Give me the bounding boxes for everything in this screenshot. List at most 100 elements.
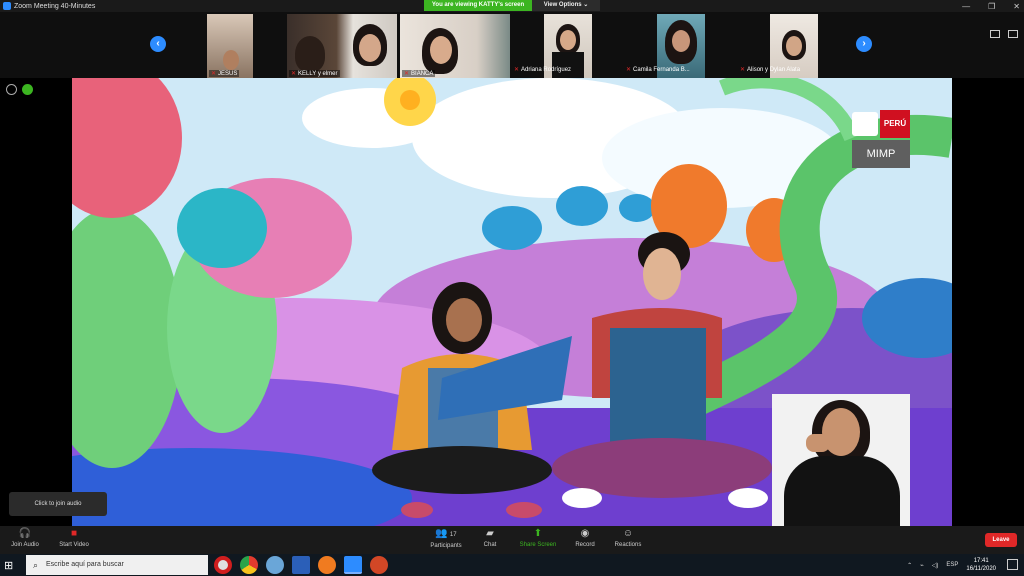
clothing bbox=[552, 52, 584, 78]
join-audio-label: Join Audio bbox=[11, 542, 39, 548]
word-icon[interactable] bbox=[292, 556, 310, 574]
network-icon[interactable]: ⌁ bbox=[920, 562, 924, 569]
viewing-screen-banner: You are viewing KATTY's screen bbox=[424, 0, 532, 11]
firefox-icon[interactable] bbox=[318, 556, 336, 574]
face bbox=[223, 50, 239, 70]
participant-tile[interactable]: ✕ JESUS bbox=[207, 14, 253, 78]
zoom-logo-icon bbox=[3, 2, 11, 10]
participants-icon: 👥 bbox=[435, 528, 448, 539]
face bbox=[560, 30, 576, 50]
zoom-app-icon[interactable] bbox=[344, 556, 362, 574]
leave-button[interactable]: Leave bbox=[985, 533, 1017, 547]
presenter-legs bbox=[372, 446, 552, 494]
language-indicator[interactable]: ESP bbox=[946, 562, 958, 568]
start-video-button[interactable]: ■ Start Video bbox=[56, 528, 92, 548]
previous-page-icon[interactable]: ‹ bbox=[150, 36, 166, 52]
bush bbox=[556, 186, 608, 226]
join-audio-button[interactable]: 🎧 Join Audio bbox=[8, 528, 42, 548]
taskbar-search-box[interactable]: ⌕ Escribe aquí para buscar bbox=[26, 555, 208, 575]
notifications-icon[interactable] bbox=[1007, 559, 1018, 570]
search-icon: ⌕ bbox=[33, 560, 39, 570]
muted-mic-icon: ✕ bbox=[626, 67, 632, 73]
reactions-label: Reactions bbox=[614, 542, 642, 548]
muted-mic-icon: ✕ bbox=[291, 71, 297, 77]
participant-name: Alison y Dylan Alata bbox=[747, 67, 801, 73]
opera-icon[interactable] bbox=[214, 556, 232, 574]
shared-screen: PERÚ MIMP bbox=[72, 78, 952, 526]
face bbox=[430, 36, 452, 64]
chevron-up-icon[interactable]: ⌃ bbox=[907, 562, 912, 569]
search-placeholder: Escribe aquí para buscar bbox=[46, 561, 124, 568]
face bbox=[786, 36, 802, 56]
chat-icon: ▰ bbox=[486, 528, 494, 539]
participant-tile[interactable]: ✕ KELLY y elmer bbox=[287, 14, 397, 78]
muted-mic-icon: ✕ bbox=[404, 71, 410, 77]
presenter-face bbox=[446, 298, 482, 342]
volume-icon[interactable]: ◁) bbox=[932, 562, 939, 569]
join-audio-tooltip: Click to join audio bbox=[9, 492, 107, 516]
reactions-icon: ☺ bbox=[622, 528, 634, 539]
video-off-icon: ■ bbox=[70, 528, 78, 539]
window-controls: — ❐ ✕ bbox=[962, 0, 1020, 12]
gallery-view-icon[interactable] bbox=[990, 30, 1000, 38]
view-options-button[interactable]: View Options ⌄ bbox=[532, 0, 600, 11]
hair bbox=[295, 36, 325, 72]
chat-button[interactable]: ▰ Chat bbox=[478, 528, 502, 548]
muted-mic-icon: ✕ bbox=[514, 67, 520, 73]
share-screen-label: Share Screen bbox=[519, 542, 557, 548]
hand bbox=[806, 434, 830, 452]
participant-tile[interactable]: ✕ BIANCA bbox=[400, 14, 510, 78]
shoe bbox=[728, 488, 768, 508]
shoe bbox=[401, 502, 433, 518]
presenter-face bbox=[643, 248, 681, 300]
participant-name: KELLY y elmer bbox=[298, 71, 338, 77]
record-icon: ◉ bbox=[580, 528, 590, 539]
meeting-toolbar: 🎧 Join Audio ■ Start Video 👥 17 Participa… bbox=[0, 526, 1024, 554]
participants-count: 17 bbox=[449, 532, 457, 538]
muted-mic-icon: ✕ bbox=[740, 67, 746, 73]
bush bbox=[619, 194, 655, 222]
windows-taskbar: ⊞ ⌕ Escribe aquí para buscar ⌃ ⌁ ◁) ESP … bbox=[0, 554, 1024, 576]
participants-label: Participants bbox=[430, 543, 462, 549]
participant-strip: ‹ ✕ JESUS ✕ KELLY y elmer ✕ BIANCA ✕ Adriana… bbox=[0, 12, 1024, 78]
chat-label: Chat bbox=[483, 542, 497, 548]
logo-country: PERÚ bbox=[880, 110, 910, 138]
share-screen-button[interactable]: ⬆ Share Screen bbox=[516, 528, 560, 548]
window-title: Zoom Meeting 40-Minutes bbox=[14, 2, 96, 10]
close-icon[interactable]: ✕ bbox=[1013, 2, 1020, 11]
minimize-icon[interactable]: — bbox=[962, 2, 970, 11]
headphones-icon: 🎧 bbox=[18, 528, 32, 539]
next-page-icon[interactable]: › bbox=[856, 36, 872, 52]
encryption-shield-icon[interactable] bbox=[22, 84, 33, 95]
clock-date: 16/11/2020 bbox=[966, 566, 996, 572]
windows-start-icon[interactable]: ⊞ bbox=[4, 559, 13, 572]
clock[interactable]: 17:41 16/11/2020 bbox=[966, 557, 996, 573]
system-tray: ⌃ ⌁ ◁) ESP 17:41 16/11/2020 bbox=[907, 557, 996, 573]
start-video-label: Start Video bbox=[59, 542, 89, 548]
clothing bbox=[784, 456, 900, 526]
chrome-icon[interactable] bbox=[240, 556, 258, 574]
sign-language-interpreter bbox=[772, 394, 910, 526]
bush bbox=[482, 206, 542, 250]
face bbox=[359, 34, 381, 62]
fullscreen-icon[interactable] bbox=[1008, 30, 1018, 38]
reactions-button[interactable]: ☺ Reactions bbox=[612, 528, 644, 548]
participants-button[interactable]: 👥 17 Participants bbox=[426, 528, 466, 549]
face bbox=[672, 30, 690, 52]
share-screen-icon: ⬆ bbox=[533, 528, 543, 539]
app-icon[interactable] bbox=[266, 556, 284, 574]
flower-bloom bbox=[177, 188, 267, 268]
shoe bbox=[506, 502, 542, 518]
coat-of-arms-icon bbox=[852, 112, 878, 136]
participant-name: JESUS bbox=[218, 71, 238, 77]
logo-org: MIMP bbox=[852, 140, 910, 168]
participant-name: Camila Fernanda B... bbox=[633, 67, 690, 73]
sun-flower-center bbox=[400, 90, 420, 110]
powerpoint-icon[interactable] bbox=[370, 556, 388, 574]
participant-name: BIANCA bbox=[411, 71, 434, 77]
record-button[interactable]: ◉ Record bbox=[572, 528, 598, 548]
info-icon[interactable] bbox=[6, 84, 17, 95]
flower-bloom bbox=[72, 78, 182, 218]
restore-icon[interactable]: ❐ bbox=[988, 2, 995, 11]
mimp-logo: PERÚ MIMP bbox=[852, 110, 910, 168]
